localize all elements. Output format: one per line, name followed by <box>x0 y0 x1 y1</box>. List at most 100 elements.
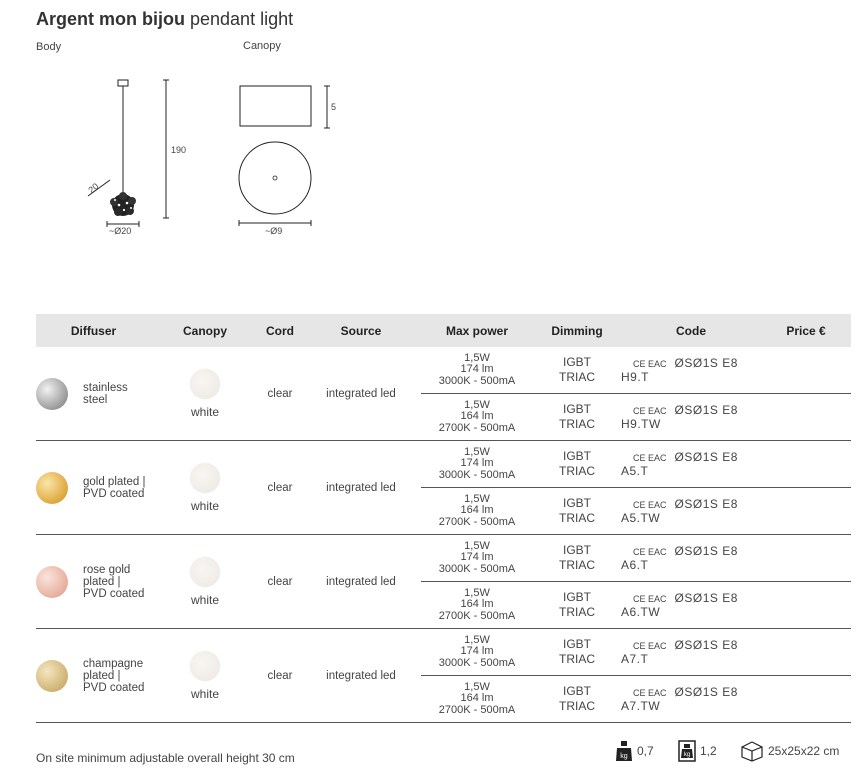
canopy-swatch <box>190 462 220 493</box>
diffuser-swatch-stainless <box>36 377 68 410</box>
canopy-swatch <box>190 650 220 681</box>
diffuser-swatch-champagne <box>36 659 68 692</box>
diffuser-label: PVD coated <box>83 487 145 500</box>
header-dimming: Dimming <box>533 314 621 347</box>
diffuser-label: plated | <box>83 669 121 682</box>
footer-note: On site minimum adjustable overall heigh… <box>36 751 295 765</box>
price-cell <box>761 487 851 535</box>
canopy-swatch <box>190 556 220 587</box>
package-size-value: 25x25x22 cm <box>768 744 840 758</box>
dimming-cell: IGBT TRIAC <box>533 487 621 535</box>
canopy-label: white <box>190 592 219 607</box>
diffuser-label: PVD coated <box>83 681 145 694</box>
canopy-top-view <box>238 141 312 215</box>
table-row: stainless steel white clear integrated l… <box>36 347 851 441</box>
code-cell: CE EAC ØSØ1S E8 A5.TW <box>621 487 761 535</box>
power-cell: 1,5W 174 lm 3000K - 500mA <box>421 534 533 582</box>
dimming-cell: IGBT TRIAC <box>533 347 621 394</box>
price-cell <box>761 393 851 441</box>
power-cell: 1,5W 164 lm 2700K - 500mA <box>421 393 533 441</box>
diffuser-cell: champagne plated | PVD coated <box>36 628 151 723</box>
power-cell: 1,5W 174 lm 3000K - 500mA <box>421 628 533 676</box>
dimming-cell: IGBT TRIAC <box>533 393 621 441</box>
cert-marks: CE EAC <box>633 406 667 416</box>
price-cell <box>761 347 851 394</box>
svg-text:kg: kg <box>684 752 690 758</box>
price-cell <box>761 534 851 582</box>
dimming-cell: IGBT TRIAC <box>533 581 621 629</box>
price-cell <box>761 628 851 676</box>
power-cell: 1,5W 164 lm 2700K - 500mA <box>421 487 533 535</box>
cord-cell: clear <box>259 347 301 441</box>
header-code: Code <box>621 314 761 347</box>
cert-marks: CE EAC <box>633 547 667 557</box>
source-cell: integrated led <box>301 347 421 441</box>
canopy-label: white <box>190 498 219 513</box>
code-cell: CE EAC ØSØ1S E8 A6.T <box>621 534 761 582</box>
price-cell <box>761 675 851 723</box>
canopy-side-view <box>239 85 312 127</box>
canopy-swatch <box>190 368 220 399</box>
crystal-cluster <box>110 192 136 216</box>
canopy-cell: white <box>151 534 259 629</box>
diffuser-label: plated | <box>83 575 121 588</box>
gross-weight-value: 1,2 <box>700 744 717 758</box>
canopy-label: Canopy <box>243 40 281 52</box>
package-size: 25x25x22 cm <box>740 740 839 762</box>
diffuser-label: gold plated | <box>83 475 146 488</box>
diffuser-swatch-rose-gold <box>36 565 68 598</box>
table-row: rose gold plated | PVD coated white clea… <box>36 534 851 629</box>
gross-weight: kg 1,2 <box>678 740 717 762</box>
power-cell: 1,5W 164 lm 2700K - 500mA <box>421 675 533 723</box>
cord-cell: clear <box>259 534 301 629</box>
cert-marks: CE EAC <box>633 453 667 463</box>
dim-height: 190 <box>171 145 186 155</box>
diffuser-label: PVD coated <box>83 587 145 600</box>
product-name: Argent mon bijou <box>36 9 185 29</box>
code-cell: CE EAC ØSØ1S E8 A7.T <box>621 628 761 676</box>
gross-weight-icon: kg <box>678 740 696 762</box>
cert-marks: CE EAC <box>633 359 667 369</box>
diffuser-cell: stainless steel <box>36 347 151 441</box>
dim-side: 20 <box>86 181 100 195</box>
table-row: champagne plated | PVD coated white clea… <box>36 628 851 723</box>
dim-body-diam: ~Ø20 <box>109 226 131 236</box>
canopy-label: white <box>190 404 219 419</box>
product-type: pendant light <box>190 9 294 29</box>
canopy-cell: white <box>151 440 259 535</box>
table-header-row: Diffuser Canopy Cord Source Max power Di… <box>36 314 851 347</box>
header-max-power: Max power <box>421 314 533 347</box>
code-cell: CE EAC ØSØ1S E8 A7.TW <box>621 675 761 723</box>
dim-canopy-height: 5 <box>331 102 336 112</box>
body-label: Body <box>36 41 62 53</box>
code-cell: CE EAC ØSØ1S E8 A5.T <box>621 440 761 488</box>
diffuser-label: stainless <box>83 381 128 394</box>
technical-drawing: 190 20 ~Ø20 5 ~Ø9 <box>86 79 336 236</box>
cord-cell: clear <box>259 628 301 723</box>
dimming-cell: IGBT TRIAC <box>533 675 621 723</box>
ceiling-cap <box>117 79 129 87</box>
cord-cell: clear <box>259 440 301 535</box>
dimming-cell: IGBT TRIAC <box>533 628 621 676</box>
svg-text:kg: kg <box>620 753 628 760</box>
diffuser-cell: gold plated | PVD coated <box>36 440 151 535</box>
power-cell: 1,5W 174 lm 3000K - 500mA <box>421 440 533 488</box>
code-cell: CE EAC ØSØ1S E8 H9.T <box>621 347 761 394</box>
dimming-cell: IGBT TRIAC <box>533 440 621 488</box>
price-cell <box>761 440 851 488</box>
net-weight-value: 0,7 <box>637 744 654 758</box>
source-cell: integrated led <box>301 534 421 629</box>
canopy-cell: white <box>151 628 259 723</box>
header-source: Source <box>301 314 421 347</box>
net-weight-icon: kg <box>616 741 632 761</box>
canopy-cell: white <box>151 347 259 441</box>
cert-marks: CE EAC <box>633 594 667 604</box>
header-canopy: Canopy <box>151 314 259 347</box>
diffuser-label: steel <box>83 393 108 406</box>
table-row: gold plated | PVD coated white clear int… <box>36 440 851 535</box>
header-price: Price € <box>761 314 851 347</box>
diffuser-label: champagne <box>83 657 144 670</box>
source-cell: integrated led <box>301 628 421 723</box>
dimming-cell: IGBT TRIAC <box>533 534 621 582</box>
header-diffuser: Diffuser <box>36 314 151 347</box>
